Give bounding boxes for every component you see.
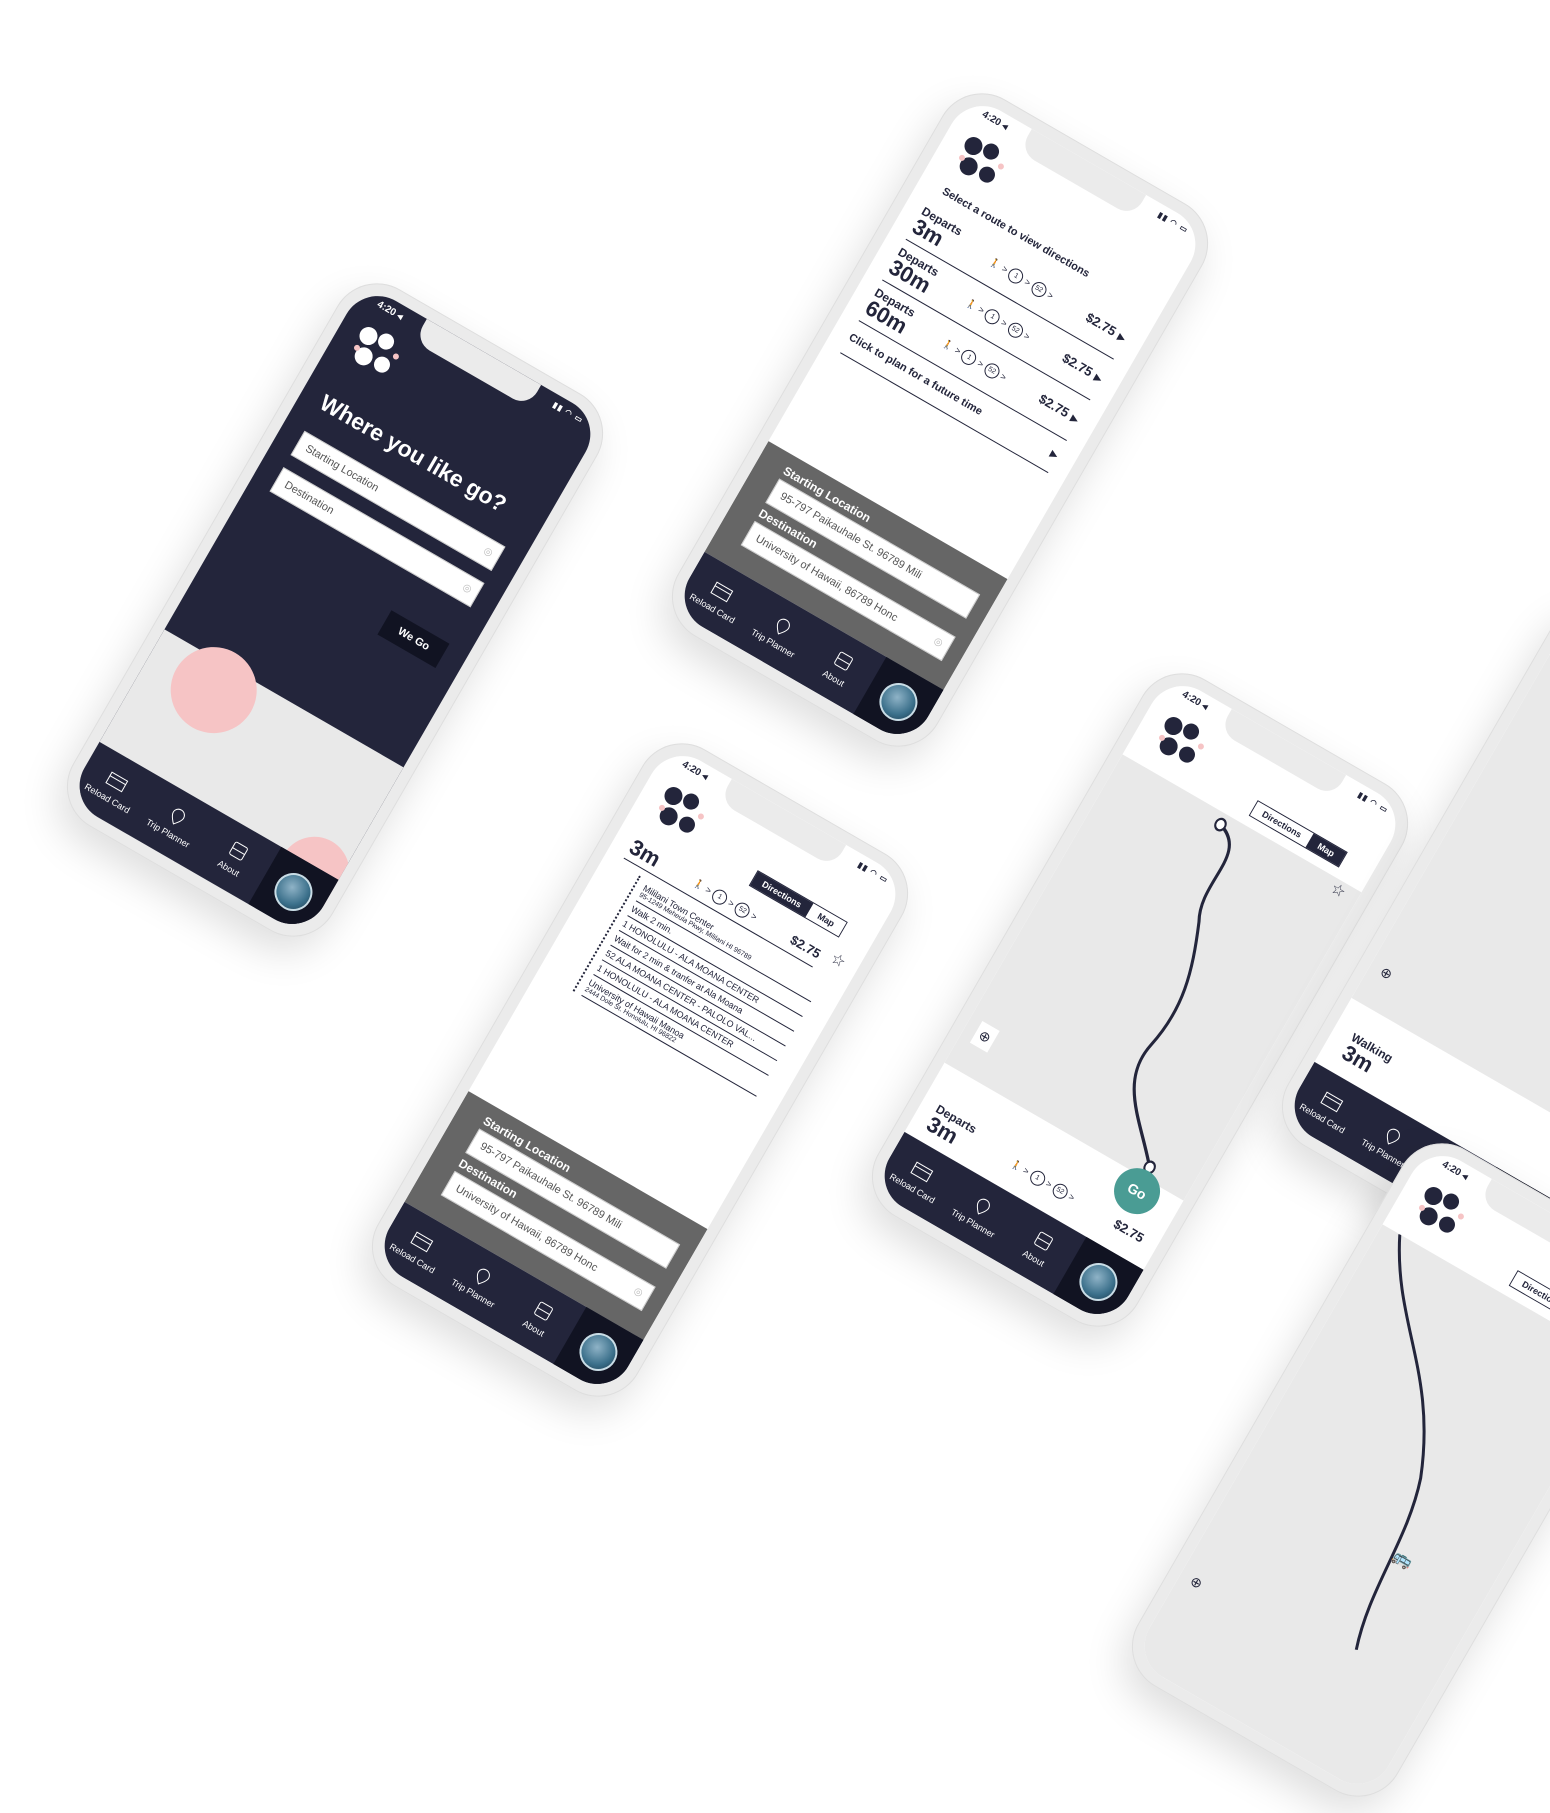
we-go-button[interactable]: We Go [377, 610, 450, 668]
route-price: $2.75 [1036, 390, 1072, 421]
bus-52-icon: 52 [981, 360, 1003, 381]
dabus-logo [1159, 717, 1204, 763]
favorite-star-icon[interactable]: ☆ [827, 948, 849, 972]
bus-52-icon: 52 [1050, 1180, 1071, 1201]
bus-1-icon: 1 [1027, 1167, 1048, 1188]
home-screen: 4:20 ◂ ▮▮ ◠ ▭ Where you like go? Startin… [66, 282, 604, 938]
tab-map[interactable]: Map [805, 903, 847, 937]
walk-icon: 🚶 [988, 256, 1003, 271]
summary-time: 3m [625, 834, 666, 872]
walk-icon: 🚶 [941, 337, 956, 352]
status-bar: 4:20 ◂ ▮▮ ◠ ▭ [374, 299, 585, 429]
directions-screen: 4:20 ◂ ▮▮ ◠ ▭ Directions Map ☆ 3m 🚶 >1 >52… [371, 742, 909, 1398]
phone-directions: 4:20 ◂ ▮▮ ◠ ▭ Directions Map ☆ 3m 🚶 >1 >52… [355, 726, 925, 1414]
play-arrow-icon: ▶ [1068, 412, 1081, 427]
walking-summary: Walking 3m [1338, 1030, 1395, 1082]
bus-1-icon: 1 [959, 346, 980, 368]
status-bar: 4:20 ◂ ▮▮ ◠ ▭ [979, 109, 1190, 239]
locate-icon[interactable]: ◎ [481, 545, 494, 559]
status-time: 4:20 ◂ [680, 759, 710, 783]
bus-52-icon: 52 [1028, 278, 1050, 300]
dabus-logo [659, 787, 704, 833]
bus-1-icon: 1 [709, 886, 731, 907]
status-time: 4:20 ◂ [1440, 1159, 1470, 1183]
status-time: 4:20 ◂ [375, 299, 405, 323]
status-bar: 4:20 ◂ ▮▮ ◠ ▭ [679, 759, 890, 889]
status-time: 4:20 ◂ [980, 109, 1010, 133]
dabus-logo [959, 137, 1004, 183]
status-time: 4:20 ◂ [1180, 689, 1210, 713]
locate-icon[interactable]: ◎ [632, 1285, 645, 1299]
bus-52-icon: 52 [732, 899, 753, 921]
avatar [572, 1326, 625, 1378]
locate-icon[interactable]: ◎ [932, 635, 945, 649]
dabus-logo [1419, 1187, 1464, 1233]
summary-price: $2.75 [787, 931, 824, 961]
play-arrow-icon: ▶ [1091, 372, 1104, 386]
map-screen: 4:20 ◂ ▮▮ ◠ ▭ Directions Map ☆ ⊕ Departs… [871, 672, 1409, 1328]
avatar [1072, 1256, 1125, 1308]
bus-1-icon: 1 [1006, 265, 1027, 287]
phone-routes: 4:20 ◂ ▮▮ ◠ ▭ Select a route to view dir… [655, 76, 1225, 764]
route-line [1354, 1234, 1426, 1651]
play-arrow-icon: ▶ [1115, 331, 1128, 345]
walk-icon: 🚶 [1009, 1157, 1025, 1173]
bus-52-icon: 52 [1005, 319, 1026, 340]
avatar [872, 676, 925, 728]
play-arrow-icon: ▶ [1048, 448, 1061, 462]
bus-1-icon: 1 [982, 306, 1004, 327]
locate-icon[interactable]: ◎ [460, 582, 473, 596]
walk-icon: 🚶 [691, 876, 707, 892]
status-bar: 4:20 ◂ ▮▮ ◠ ▭ [1179, 689, 1390, 819]
destination-placeholder: Destination [282, 479, 336, 517]
walk-icon: 🚶 [964, 296, 980, 312]
recenter-icon[interactable]: ⊕ [1377, 963, 1395, 984]
dabus-logo [354, 327, 399, 373]
avatar [267, 866, 320, 918]
routes-screen: 4:20 ◂ ▮▮ ◠ ▭ Select a route to view dir… [671, 92, 1209, 748]
live-route-map[interactable]: 🚌 ⊕ [1131, 1224, 1550, 1798]
tab-map[interactable]: Map [1305, 833, 1347, 867]
route-price: $2.75 [1083, 309, 1119, 339]
route-price: $2.75 [1059, 350, 1096, 380]
route-list: Departs 3m 🚶 >1 >52 > $2.75 ▶ Departs 30m 🚶 >1… [840, 198, 1137, 474]
steps-list: Mililani Town Center 95-1249 Meheula Pkwy… [572, 875, 823, 1097]
map-price: $2.75 [1111, 1215, 1147, 1246]
phone-home: 4:20 ◂ ▮▮ ◠ ▭ Where you like go? Startin… [50, 266, 620, 954]
